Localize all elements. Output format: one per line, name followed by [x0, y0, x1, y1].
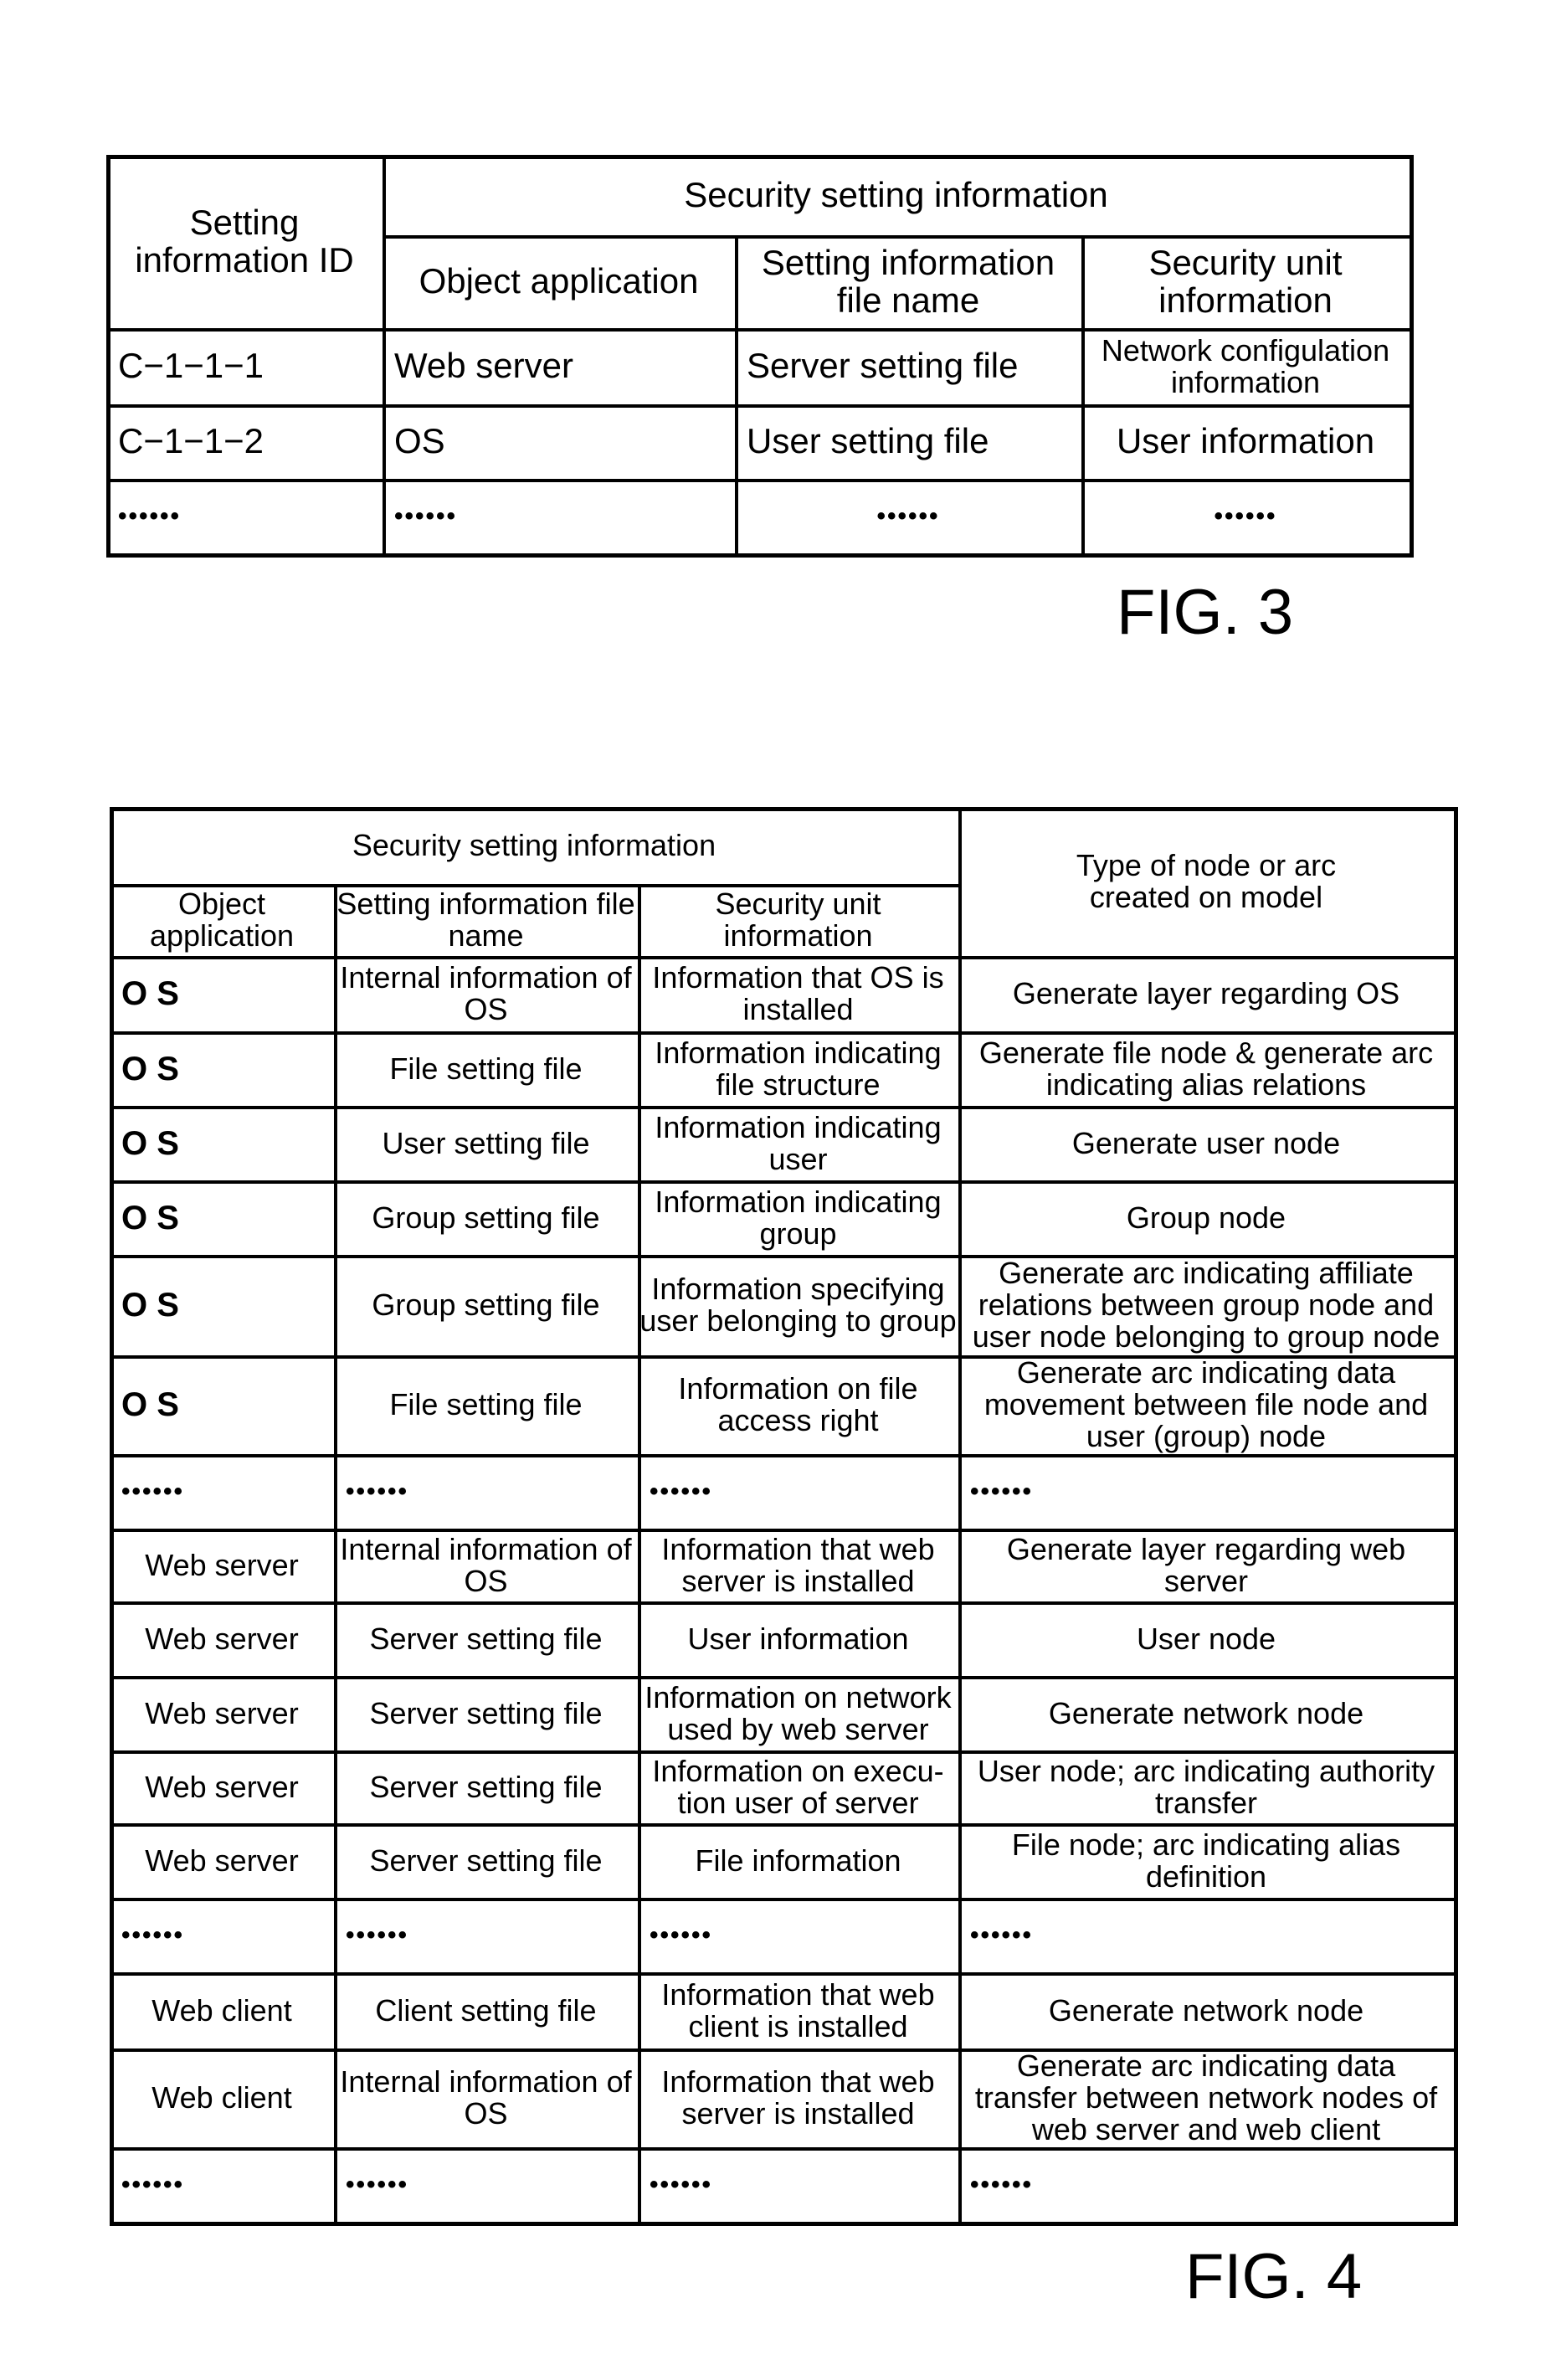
cell-security-unit: Information indicating user [655, 1109, 942, 1176]
cell-object-application: Web server [145, 1769, 299, 1804]
cell-node-arc-type: Generate arc indicating data transfer be… [974, 2048, 1438, 2146]
fig3-label: FIG. 3 [1117, 577, 1294, 648]
cell-file-name: Server setting file [747, 346, 1019, 386]
cell-security-unit: •••••• [650, 1920, 713, 1949]
cell-object-application: O S [121, 1287, 179, 1324]
cell-security-unit: User information [1116, 421, 1375, 461]
cell-security-unit: Information specifying user belonging to… [639, 1272, 957, 1338]
cell-node-arc-type: User node; arc indicating authority tran… [977, 1753, 1435, 1820]
cell-object-application: •••••• [121, 1477, 185, 1505]
cell-file-name: File setting file [389, 1051, 583, 1086]
cell-file-name: Server setting file [369, 1769, 603, 1804]
cell-security-unit: Information indicating group [655, 1184, 942, 1251]
cell-setting-id: C−1−1−1 [118, 346, 264, 386]
cell-file-name: Group setting file [372, 1200, 600, 1235]
fig4-label: FIG. 4 [1185, 2241, 1363, 2312]
cell-node-arc-type: •••••• [970, 1920, 1034, 1949]
cell-security-unit: Information that web server is installed [661, 1531, 935, 1598]
cell-file-name: •••••• [346, 2170, 409, 2198]
cell-file-name: Internal information of OS [340, 1531, 632, 1598]
header-object-application: Object application [149, 887, 295, 953]
cell-object-application: Web server [145, 1621, 299, 1656]
header-security-setting-information: Security setting information [352, 828, 716, 863]
cell-node-arc-type: •••••• [970, 2170, 1034, 2198]
cell-security-unit: Information that web server is installed [661, 2064, 935, 2131]
cell-file-name: File setting file [389, 1387, 583, 1422]
cell-object-application: Web server [145, 1695, 299, 1730]
header-file-name: Setting information file name [336, 887, 635, 953]
cell-node-arc-type: Generate network node [1048, 1992, 1364, 2028]
cell-file-name: Group setting file [372, 1288, 600, 1323]
cell-security-unit: •••••• [650, 2170, 713, 2198]
cell-node-arc-type: Generate layer regarding web server [1006, 1531, 1406, 1598]
header-object-application: Object application [419, 261, 699, 301]
cell-node-arc-type: Generate user node [1071, 1125, 1341, 1160]
cell-object-application: Web client [151, 1992, 292, 2028]
cell-object-application: •••••• [121, 1920, 185, 1949]
cell-object-application: O S [121, 975, 179, 1012]
cell-node-arc-type: User node [1136, 1621, 1276, 1656]
cell-object-application: OS [394, 421, 445, 461]
header-security-unit: Security unit information [1148, 243, 1343, 320]
cell-file-name: Server setting file [369, 1621, 603, 1656]
cell-setting-id: C−1−1−2 [118, 421, 264, 461]
cell-node-arc-type: Generate arc indicating data movement be… [983, 1355, 1429, 1453]
cell-security-unit: Information on network used by web serve… [644, 1679, 952, 1746]
cell-security-unit: User information [687, 1621, 909, 1656]
cell-node-arc-type: File node; arc indicating alias definiti… [1011, 1827, 1401, 1894]
header-file-name: Setting information file name [761, 243, 1055, 320]
cell-security-unit: Information on file access right [678, 1371, 918, 1437]
cell-object-application: O S [121, 1050, 179, 1087]
cell-object-application: O S [121, 1199, 179, 1236]
cell-security-unit: Information indicating file structure [655, 1035, 942, 1102]
cell-object-application: O S [121, 1386, 179, 1423]
cell-object-application: Web client [151, 2080, 292, 2115]
cell-file-name: Server setting file [369, 1843, 603, 1878]
cell-security-unit: •••••• [650, 1477, 713, 1505]
cell-security-unit: Information that OS is installed [652, 960, 944, 1026]
cell-file-name: •••••• [346, 1920, 409, 1949]
cell-file-name: User setting file [382, 1125, 590, 1160]
cell-object-application: Web server [145, 1547, 299, 1582]
cell-security-unit: •••••• [1214, 501, 1277, 530]
cell-node-arc-type: Generate layer regarding OS [1012, 976, 1400, 1011]
cell-security-unit: Information on execu-tion user of server [652, 1753, 944, 1820]
header-security-setting-information: Security setting information [684, 174, 1108, 214]
cell-node-arc-type: Generate network node [1048, 1695, 1364, 1730]
cell-file-name: •••••• [346, 1477, 409, 1505]
cell-file-name: Internal information of OS [340, 2064, 632, 2131]
cell-node-arc-type: Generate file node & generate arc indica… [978, 1035, 1434, 1102]
cell-object-application: Web server [145, 1843, 299, 1878]
cell-file-name: Server setting file [369, 1695, 603, 1730]
table-border [1410, 155, 1414, 558]
cell-node-arc-type: Group node [1126, 1200, 1286, 1235]
cell-object-application: •••••• [394, 501, 458, 530]
cell-file-name: Internal information of OS [340, 960, 632, 1026]
cell-node-arc-type: •••••• [970, 1477, 1034, 1505]
table-border [106, 553, 1414, 558]
header-security-unit: Security unit information [715, 887, 881, 953]
cell-file-name: •••••• [876, 501, 940, 530]
header-type-of-node-or-arc: Type of node or arc created on model [1076, 848, 1337, 914]
cell-file-name: User setting file [747, 421, 989, 461]
cell-file-name: Client setting file [375, 1992, 597, 2028]
cell-object-application: •••••• [121, 2170, 185, 2198]
cell-node-arc-type: Generate arc indicating affiliate relati… [972, 1256, 1440, 1354]
cell-object-application: O S [121, 1124, 179, 1162]
table-border [110, 2222, 1458, 2226]
cell-object-application: Web server [394, 346, 573, 386]
table-border [1454, 807, 1458, 2226]
cell-setting-id: •••••• [118, 501, 182, 530]
cell-security-unit: Information that web client is installed [661, 1976, 935, 2043]
cell-security-unit: File information [695, 1843, 901, 1878]
header-setting-information-id: Setting information ID [135, 203, 354, 280]
cell-security-unit: Network configulation information [1101, 332, 1390, 399]
